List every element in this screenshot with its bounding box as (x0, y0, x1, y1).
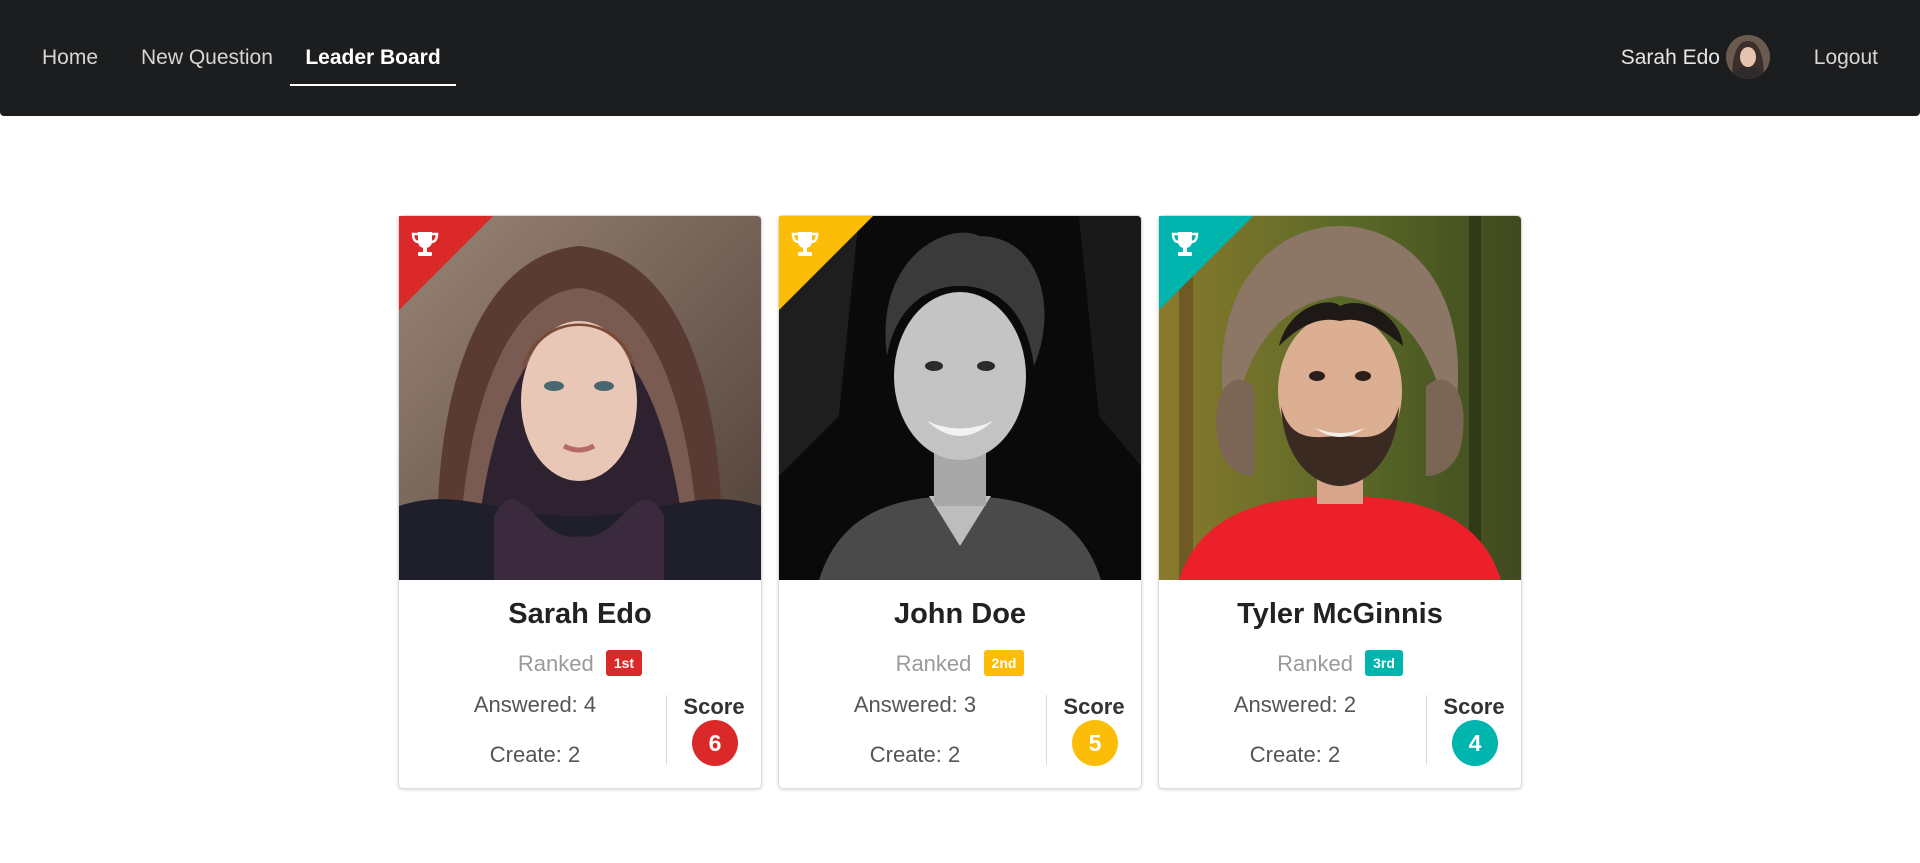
nav-new-question-link[interactable]: New Question (141, 0, 273, 116)
score-label: Score (1443, 694, 1505, 719)
ranked-row: Ranked 2nd (779, 650, 1141, 678)
ranked-label: Ranked (517, 651, 594, 676)
score-label: Score (683, 694, 745, 719)
created-count: Create: 2 (869, 742, 961, 767)
user-name: Sarah Edo (508, 598, 652, 630)
leader-card: John Doe Ranked 2nd Answered: 3 Create: … (778, 215, 1142, 789)
leader-card: Tyler McGinnis Ranked 3rd Answered: 2 Cr… (1158, 215, 1522, 789)
ranked-row: Ranked 3rd (1159, 650, 1521, 678)
user-name: John Doe (893, 598, 1027, 630)
trophy-icon (411, 232, 439, 256)
created-count: Create: 2 (489, 742, 581, 767)
score-label: Score (1063, 694, 1125, 719)
trophy-icon (791, 232, 819, 256)
score-badge: 6 (692, 720, 738, 766)
rank-badge: 1st (605, 650, 643, 677)
current-user-name: Sarah Edo (1620, 46, 1720, 69)
user-avatar-icon (1726, 35, 1770, 79)
answered-count: Answered: 3 (853, 692, 977, 717)
answered-count: Answered: 4 (473, 692, 597, 717)
score-badge: 5 (1072, 720, 1118, 766)
trophy-icon (1171, 232, 1199, 256)
answered-count: Answered: 2 (1233, 692, 1357, 717)
nav-home-link[interactable]: Home (42, 0, 98, 116)
ranked-row: Ranked 1st (399, 650, 761, 678)
created-count: Create: 2 (1249, 742, 1341, 767)
top-navbar: Home New Question Leader Board Sarah Edo… (0, 0, 1920, 116)
logout-link[interactable]: Logout (1814, 0, 1878, 116)
score-badge: 4 (1452, 720, 1498, 766)
rank-badge: 2nd (983, 650, 1025, 677)
rank-badge: 3rd (1365, 650, 1403, 677)
leader-card: Sarah Edo Ranked 1st Answered: 4 Create:… (398, 215, 762, 789)
active-tab-underline (290, 84, 456, 86)
ranked-label: Ranked (895, 651, 972, 676)
ranked-label: Ranked (1277, 651, 1353, 676)
user-name: Tyler McGinnis (1237, 598, 1443, 630)
nav-leader-board-link[interactable]: Leader Board (290, 0, 456, 116)
